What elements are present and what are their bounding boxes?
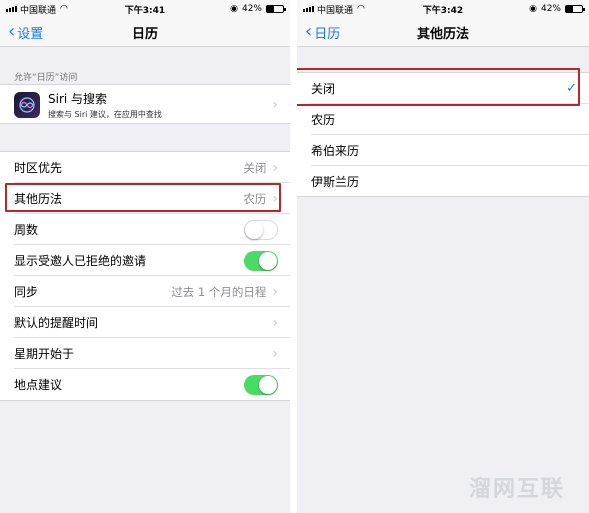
row-label: 时区优先 [14, 161, 63, 175]
nav-bar: ‹ 日历 其他历法 [297, 18, 589, 47]
sync-row[interactable]: 同步 过去 1 个月的日程 › [0, 276, 290, 307]
siri-title: Siri 与搜索 [48, 91, 108, 106]
page-title: 日历 [131, 26, 158, 42]
row-value: 过去 1 个月的日程 [171, 284, 267, 299]
row-value: 农历 [243, 191, 267, 206]
chevron-right-icon: › [272, 345, 278, 362]
chevron-right-icon: › [272, 283, 278, 300]
start-week-on-row[interactable]: 星期开始于 › [0, 338, 290, 369]
section-header: 允许“日历”访问 [14, 73, 78, 83]
row-label: 星期开始于 [14, 347, 75, 361]
calendar-options-group: 时区优先 关闭 › 其他历法 农历 › 周数 显示受邀人已拒绝的邀请 同步 过去… [0, 151, 290, 401]
status-time: 下午3:41 [124, 5, 166, 16]
battery-icon [565, 5, 585, 13]
row-label: 地点建议 [14, 378, 63, 392]
chevron-right-icon: › [272, 314, 278, 331]
back-button-label: 设置 [17, 26, 44, 42]
default-alert-times-row[interactable]: 默认的提醒时间 › [0, 307, 290, 338]
row-label: 其他历法 [14, 192, 63, 206]
row-label: 同步 [14, 285, 39, 299]
siri-group: Siri 与搜索 搜索与 Siri 建议，在应用中查找 › [0, 84, 290, 124]
week-numbers-toggle[interactable] [244, 219, 278, 240]
row-label: 周数 [14, 223, 39, 237]
option-label: 伊斯兰历 [311, 175, 360, 189]
show-declined-toggle[interactable] [244, 250, 278, 271]
location-suggestions-row: 地点建议 [0, 369, 290, 400]
status-bar: 中国联通 ◠ 下午3:41 ◉ 42% [0, 0, 290, 18]
alternate-calendars-row[interactable]: 其他历法 农历 › [0, 183, 290, 214]
siri-subtitle: 搜索与 Siri 建议，在应用中查找 [48, 109, 162, 119]
alternate-calendars-screen: 中国联通 ◠ 下午3:42 ◉ 42% ‹ 日历 其他历法 关闭 ✓ 农历 希伯… [297, 0, 589, 513]
row-label: 默认的提醒时间 [14, 316, 99, 330]
option-hebrew[interactable]: 希伯来历 [297, 135, 589, 166]
chevron-right-icon: › [272, 159, 278, 176]
option-off[interactable]: 关闭 ✓ [297, 73, 589, 104]
location-suggestions-toggle[interactable] [244, 374, 278, 395]
week-numbers-row: 周数 [0, 214, 290, 245]
back-button[interactable]: ‹ 设置 [8, 23, 43, 42]
row-value: 关闭 [243, 160, 267, 175]
back-button-label: 日历 [314, 26, 341, 42]
option-islamic[interactable]: 伊斯兰历 [297, 166, 589, 197]
status-bar: 中国联通 ◠ 下午3:42 ◉ 42% [297, 0, 589, 18]
chevron-left-icon: ‹ [305, 21, 313, 42]
calendar-options-list: 关闭 ✓ 农历 希伯来历 伊斯兰历 [297, 72, 589, 197]
nav-bar: ‹ 设置 日历 [0, 18, 290, 47]
chevron-left-icon: ‹ [8, 21, 16, 42]
chevron-right-icon: › [272, 96, 278, 113]
option-chinese-lunar[interactable]: 农历 [297, 104, 589, 135]
page-title: 其他历法 [416, 26, 469, 42]
calendar-settings-screen: 中国联通 ◠ 下午3:41 ◉ 42% ‹ 设置 日历 允许“日历”访问 Sir… [0, 0, 290, 513]
status-time: 下午3:42 [422, 5, 464, 16]
watermark: 溜网互联 [468, 477, 565, 502]
back-button[interactable]: ‹ 日历 [305, 23, 340, 42]
battery-icon [266, 5, 286, 13]
show-declined-row: 显示受邀人已拒绝的邀请 [0, 245, 290, 276]
chevron-right-icon: › [272, 190, 278, 207]
option-label: 关闭 [311, 82, 336, 96]
row-label: 显示受邀人已拒绝的邀请 [14, 254, 147, 268]
siri-icon [14, 91, 40, 118]
timezone-override-row[interactable]: 时区优先 关闭 › [0, 152, 290, 183]
siri-search-row[interactable]: Siri 与搜索 搜索与 Siri 建议，在应用中查找 › [0, 89, 290, 120]
checkmark-icon: ✓ [566, 81, 577, 96]
option-label: 农历 [311, 113, 336, 127]
option-label: 希伯来历 [311, 144, 360, 158]
